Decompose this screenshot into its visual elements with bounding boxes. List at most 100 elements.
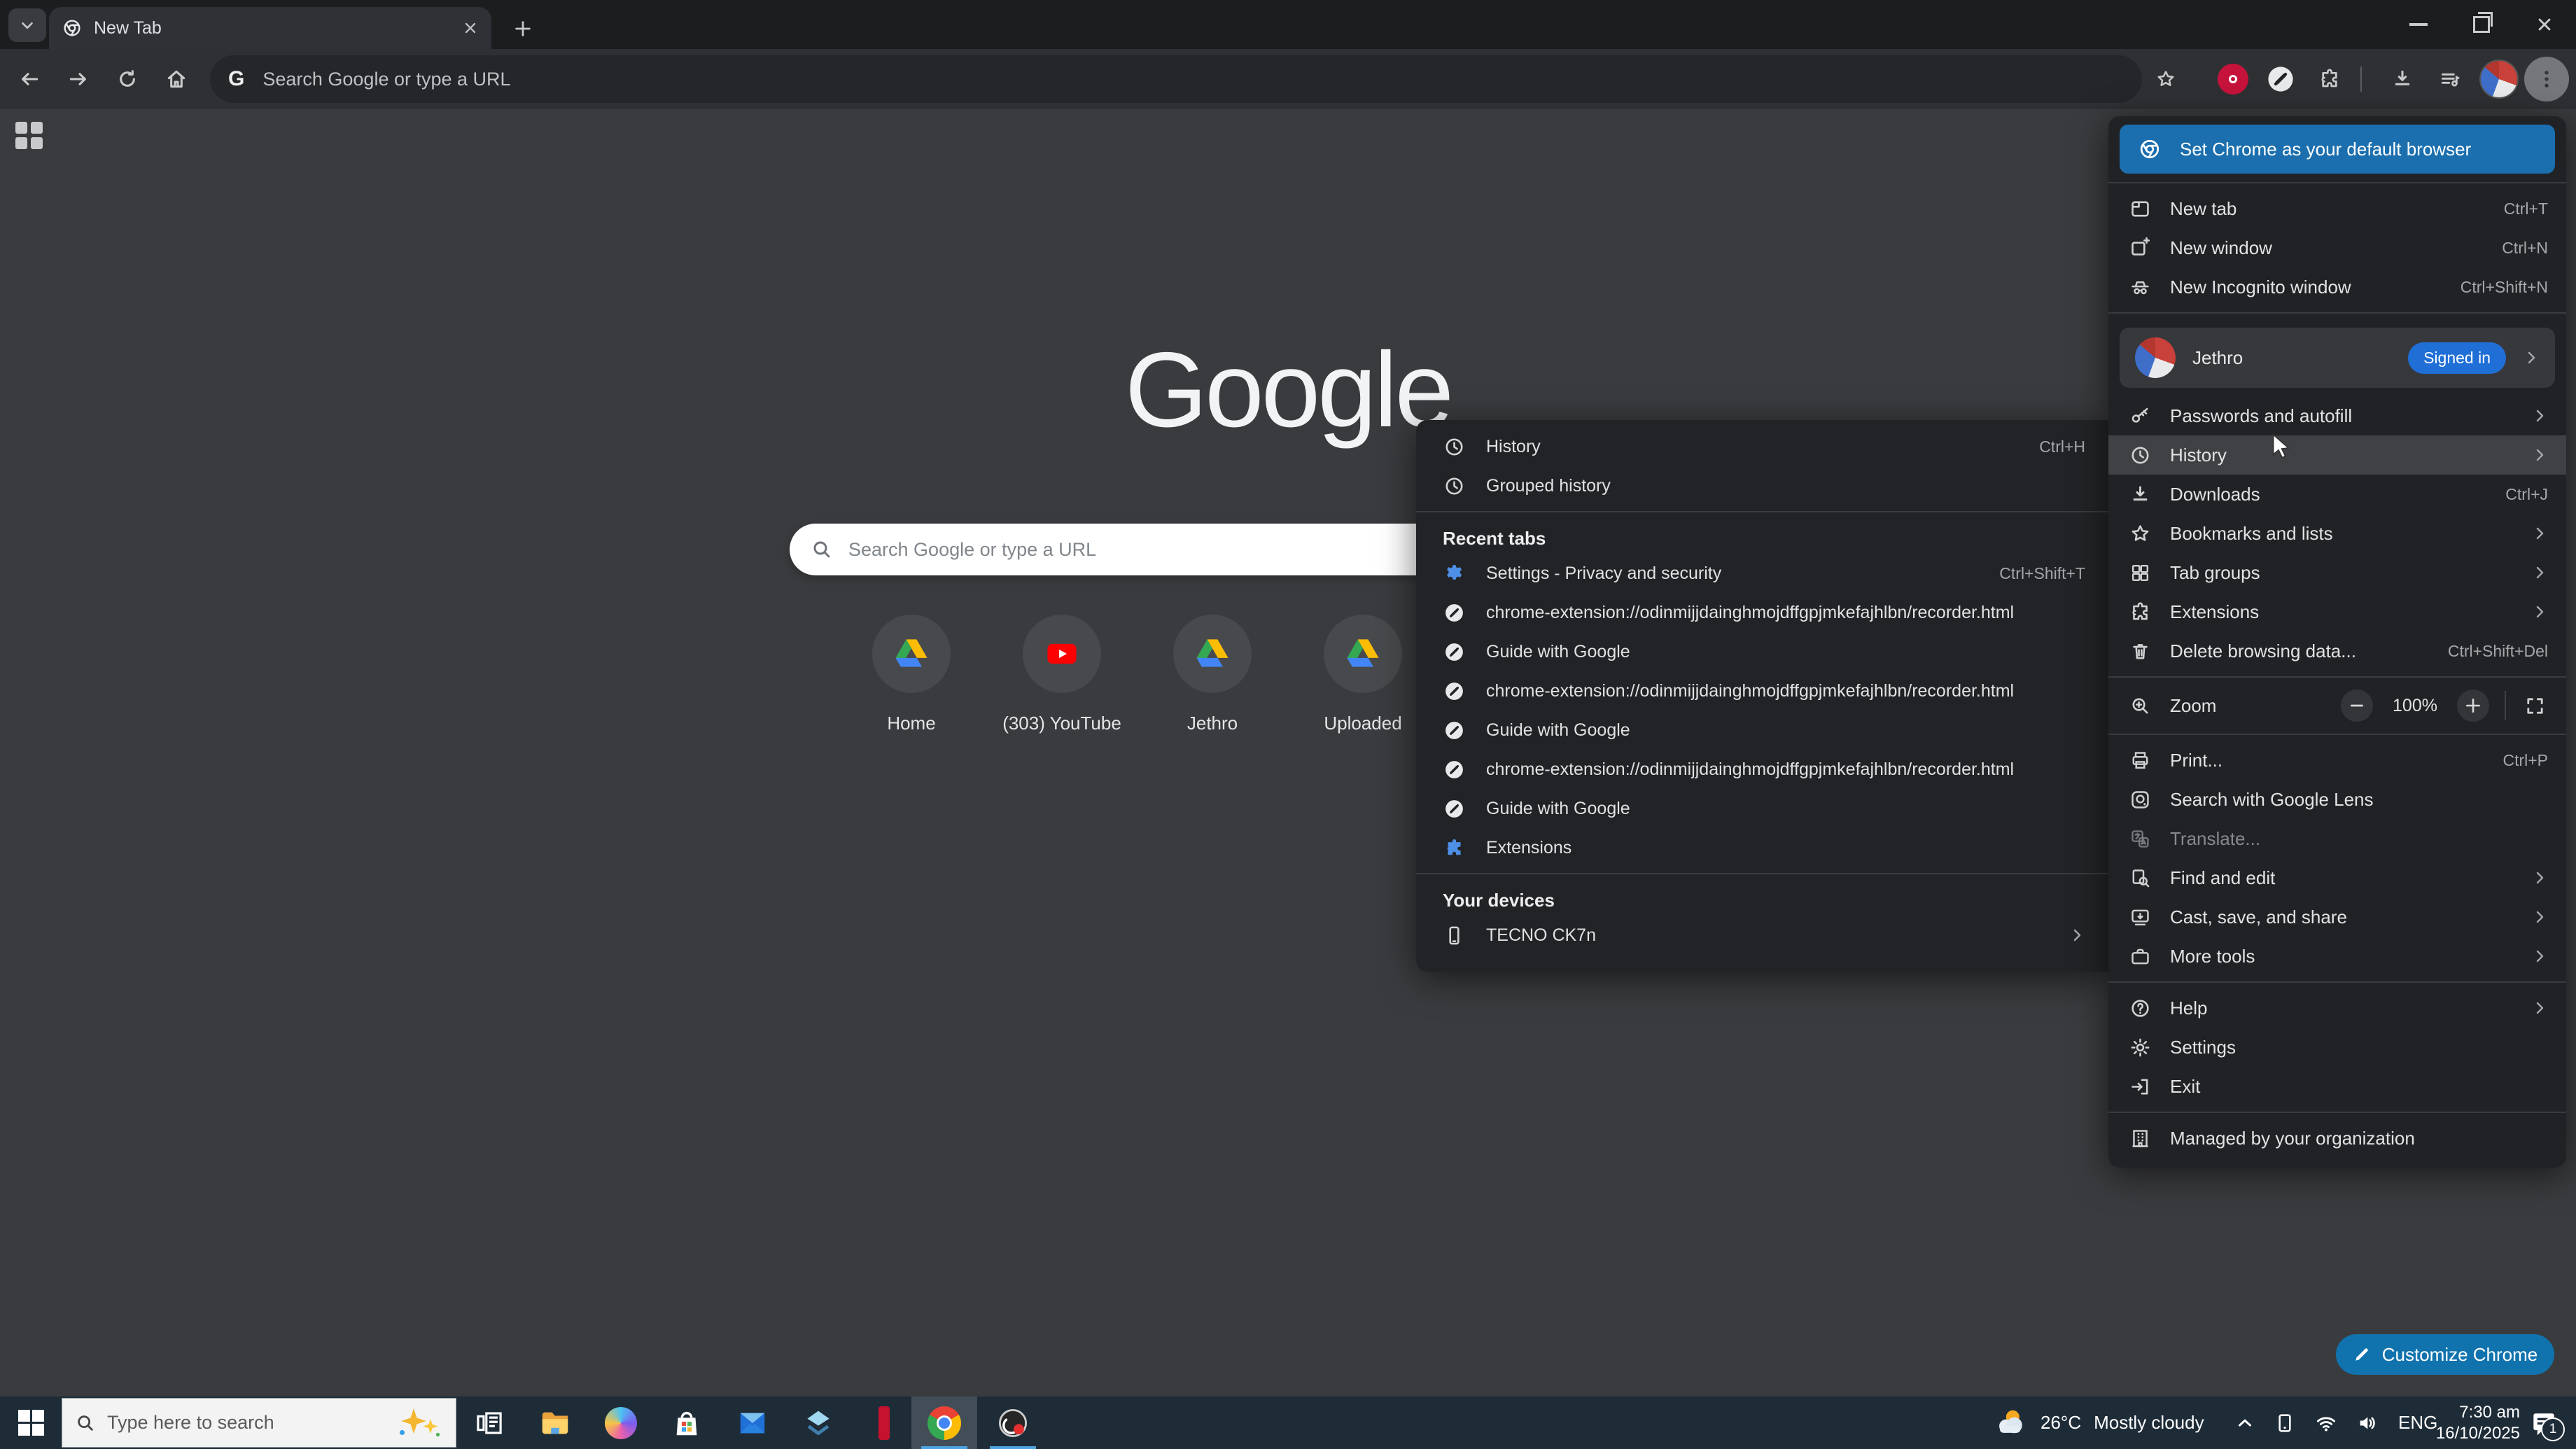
history-icon <box>1440 436 1468 458</box>
shortcut-jethro[interactable]: Jethro <box>1149 615 1275 734</box>
home-button[interactable] <box>154 49 199 109</box>
mail-button[interactable] <box>720 1396 785 1449</box>
shortcut-youtube[interactable]: (303) YouTube <box>999 615 1125 734</box>
extensions-puzzle-icon <box>2127 601 2153 623</box>
printer-icon <box>2127 750 2153 771</box>
submenu-item-history[interactable]: History Ctrl+H <box>1416 427 2109 466</box>
running-indicator <box>921 1446 967 1449</box>
menu-item-more-tools[interactable]: More tools <box>2108 937 2566 976</box>
submenu-item-recorder-url[interactable]: chrome-extension://odinmijjdainghmojdffg… <box>1416 593 2109 632</box>
menu-item-downloads[interactable]: Downloads Ctrl+J <box>2108 475 2566 514</box>
copilot-button[interactable] <box>588 1396 654 1449</box>
link-icon <box>1440 641 1468 663</box>
zoom-in-button[interactable] <box>2457 690 2489 722</box>
defender-app-button[interactable] <box>785 1396 851 1449</box>
microsoft-store-button[interactable] <box>654 1396 720 1449</box>
submenu-item-recorder-url[interactable]: chrome-extension://odinmijjdainghmojdffg… <box>1416 750 2109 789</box>
menu-item-tab-groups[interactable]: Tab groups <box>2108 553 2566 592</box>
menu-item-label: Print... <box>2170 749 2223 771</box>
submenu-item-label: Extensions <box>1486 837 1572 858</box>
menu-item-passwords-autofill[interactable]: Passwords and autofill <box>2108 396 2566 435</box>
notification-center-button[interactable]: 1 <box>2528 1396 2565 1449</box>
chevron-right-icon <box>2531 869 2548 886</box>
apps-grid-icon[interactable] <box>15 122 43 150</box>
submenu-item-guide-with-google[interactable]: Guide with Google <box>1416 710 2109 750</box>
new-tab-button[interactable] <box>507 13 539 45</box>
shortcut-home[interactable]: Home <box>848 615 974 734</box>
exit-icon <box>2127 1076 2153 1098</box>
task-view-button[interactable] <box>456 1396 522 1449</box>
menu-item-label: Find and edit <box>2170 867 2276 888</box>
chevron-right-icon <box>2531 603 2548 620</box>
volume-icon[interactable] <box>2356 1411 2380 1435</box>
media-playlist-button[interactable] <box>2428 49 2472 109</box>
profile-avatar-button[interactable] <box>2477 49 2521 109</box>
network-wifi-icon[interactable] <box>2314 1411 2338 1435</box>
menu-item-exit[interactable]: Exit <box>2108 1067 2566 1106</box>
chrome-taskbar-button[interactable] <box>911 1396 977 1449</box>
file-explorer-button[interactable] <box>522 1396 588 1449</box>
taskbar-search-box[interactable]: Type here to search <box>62 1398 456 1448</box>
avatar <box>2135 337 2176 378</box>
menu-item-profile[interactable]: Jethro Signed in <box>2120 328 2555 388</box>
menu-item-find-and-edit[interactable]: Find and edit <box>2108 858 2566 897</box>
menu-item-label: New window <box>2170 237 2272 258</box>
reload-button[interactable] <box>105 49 150 109</box>
device-tray-icon[interactable] <box>2274 1412 2296 1434</box>
menu-item-bookmarks-lists[interactable]: Bookmarks and lists <box>2108 514 2566 553</box>
menu-item-extensions[interactable]: Extensions <box>2108 592 2566 631</box>
tray-expand-button[interactable] <box>2234 1413 2255 1434</box>
clock-date: 16/10/2025 <box>2435 1423 2520 1443</box>
address-bar[interactable]: G Search Google or type a URL <box>210 55 2142 103</box>
chrome-menu-button[interactable] <box>2524 57 2569 102</box>
menu-item-print[interactable]: Print... Ctrl+P <box>2108 741 2566 780</box>
menu-item-google-lens[interactable]: Search with Google Lens <box>2108 780 2566 819</box>
menu-item-delete-browsing-data[interactable]: Delete browsing data... Ctrl+Shift+Del <box>2108 631 2566 671</box>
restore-button[interactable] <box>2450 0 2513 49</box>
trash-icon <box>2127 640 2153 662</box>
close-button[interactable] <box>2513 0 2576 49</box>
menu-item-new-window[interactable]: New window Ctrl+N <box>2108 228 2566 267</box>
tab-close-button[interactable] <box>462 20 479 36</box>
fullscreen-icon[interactable] <box>2521 695 2548 717</box>
bookmark-star-button[interactable] <box>2143 49 2188 109</box>
extension-red-icon[interactable] <box>2211 49 2255 109</box>
weather-widget[interactable]: 26°C Mostly cloudy <box>1991 1396 2204 1449</box>
menu-item-history[interactable]: History <box>2108 435 2566 475</box>
shortcut-label: Uploaded <box>1324 713 1402 734</box>
submenu-item-extensions[interactable]: Extensions <box>1416 828 2109 867</box>
clock[interactable]: 7:30 am 16/10/2025 <box>2408 1396 2520 1449</box>
shortcut-uploaded[interactable]: Uploaded <box>1300 615 1426 734</box>
menu-item-help[interactable]: Help <box>2108 988 2566 1028</box>
extensions-puzzle-button[interactable] <box>2307 49 2352 109</box>
submenu-item-device-tecno[interactable]: TECNO CK7n <box>1416 916 2109 955</box>
submenu-item-recorder-url[interactable]: chrome-extension://odinmijjdainghmojdffg… <box>1416 671 2109 710</box>
obs-taskbar-button[interactable] <box>980 1396 1046 1449</box>
tab-search-button[interactable] <box>8 8 46 42</box>
downloads-button[interactable] <box>2380 49 2425 109</box>
menu-item-managed-by-organization[interactable]: Managed by your organization <box>2108 1119 2566 1158</box>
menu-item-new-tab[interactable]: New tab Ctrl+T <box>2108 189 2566 228</box>
back-button[interactable] <box>7 49 52 109</box>
red-app-button[interactable] <box>851 1396 917 1449</box>
minimize-button[interactable] <box>2387 0 2450 49</box>
submenu-item-grouped-history[interactable]: Grouped history <box>1416 466 2109 505</box>
menu-item-settings[interactable]: Settings <box>2108 1028 2566 1067</box>
address-bar-placeholder: Search Google or type a URL <box>262 68 511 90</box>
submenu-item-settings-privacy[interactable]: Settings - Privacy and security Ctrl+Shi… <box>1416 554 2109 593</box>
start-button[interactable] <box>0 1396 62 1449</box>
recent-tabs-header: Recent tabs <box>1443 528 1546 549</box>
submenu-item-guide-with-google[interactable]: Guide with Google <box>1416 789 2109 828</box>
set-default-browser-button[interactable]: Set Chrome as your default browser <box>2120 125 2555 174</box>
active-tab[interactable]: New Tab <box>49 7 491 49</box>
forward-button[interactable] <box>56 49 101 109</box>
red-extension-badge-icon <box>2218 64 2248 94</box>
weather-temp: 26°C <box>2040 1412 2082 1433</box>
zoom-out-button[interactable] <box>2341 690 2373 722</box>
extension-link-icon[interactable] <box>2258 49 2303 109</box>
restore-icon <box>2473 12 2493 33</box>
menu-item-new-incognito-window[interactable]: New Incognito window Ctrl+Shift+N <box>2108 267 2566 307</box>
submenu-item-guide-with-google[interactable]: Guide with Google <box>1416 632 2109 671</box>
customize-chrome-button[interactable]: Customize Chrome <box>2336 1334 2554 1375</box>
menu-item-cast-save-share[interactable]: Cast, save, and share <box>2108 897 2566 937</box>
